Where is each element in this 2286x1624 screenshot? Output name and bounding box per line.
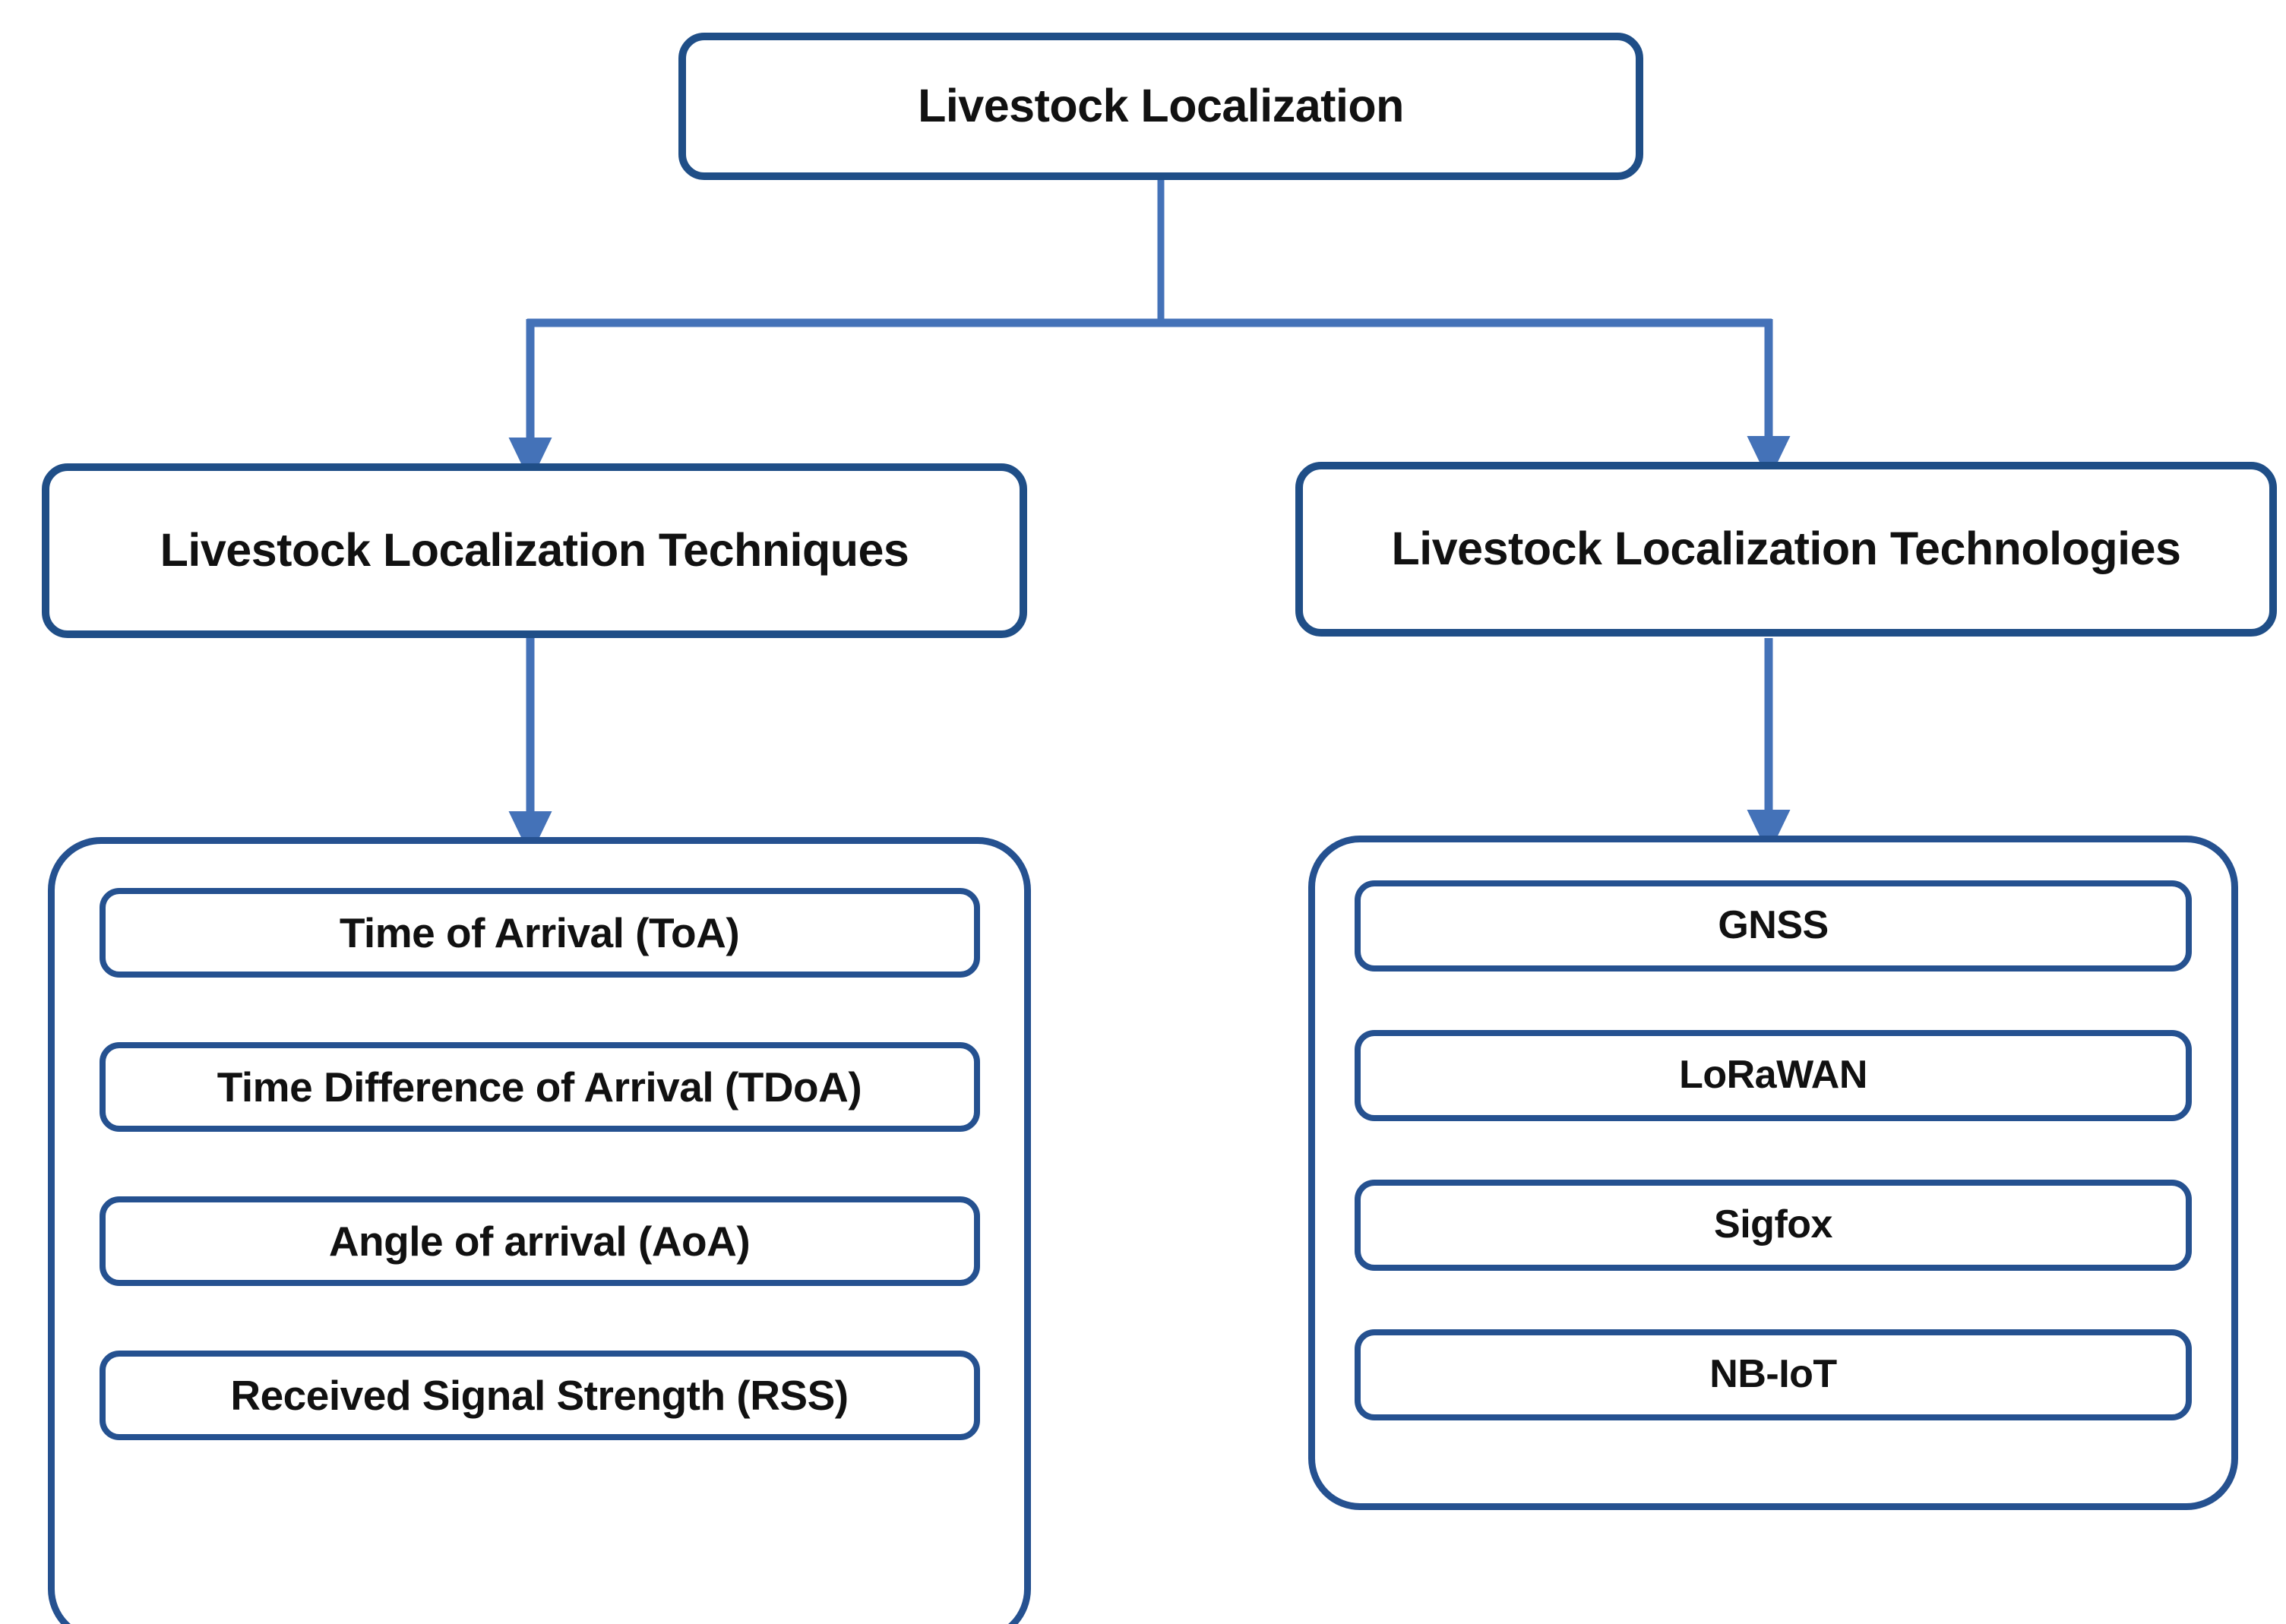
leaf-received-signal-strength[interactable]: Received Signal Strength (RSS): [99, 1351, 980, 1440]
node-label: Livestock Localization Technologies: [1391, 523, 2181, 575]
leaf-label: GNSS: [1718, 903, 1829, 948]
node-label: Livestock Localization Techniques: [160, 524, 909, 577]
leaf-label: LoRaWAN: [1679, 1053, 1867, 1098]
node-livestock-localization-techniques[interactable]: Livestock Localization Techniques: [42, 463, 1027, 638]
node-livestock-localization-technologies[interactable]: Livestock Localization Technologies: [1295, 462, 2277, 637]
leaf-sigfox[interactable]: Sigfox: [1355, 1180, 2192, 1271]
leaf-angle-of-arrival[interactable]: Angle of arrival (AoA): [99, 1196, 980, 1286]
node-livestock-localization[interactable]: Livestock Localization: [678, 33, 1643, 180]
leaf-label: Time of Arrival (ToA): [339, 908, 740, 956]
diagram-canvas: Livestock Localization Livestock Localiz…: [0, 0, 2286, 1624]
leaf-label: Time Difference of Arrival (TDoA): [217, 1063, 862, 1111]
leaf-time-difference-of-arrival[interactable]: Time Difference of Arrival (TDoA): [99, 1042, 980, 1132]
leaf-label: Sigfox: [1714, 1202, 1832, 1247]
leaf-nb-iot[interactable]: NB-IoT: [1355, 1329, 2192, 1420]
leaf-label: Angle of arrival (AoA): [328, 1217, 751, 1265]
group-localization-technologies: GNSS LoRaWAN Sigfox NB-IoT: [1308, 836, 2238, 1510]
leaf-gnss[interactable]: GNSS: [1355, 880, 2192, 972]
node-label: Livestock Localization: [918, 80, 1404, 132]
leaf-label: Received Signal Strength (RSS): [230, 1371, 849, 1419]
leaf-time-of-arrival[interactable]: Time of Arrival (ToA): [99, 888, 980, 978]
group-localization-techniques: Time of Arrival (ToA) Time Difference of…: [48, 837, 1031, 1624]
leaf-label: NB-IoT: [1709, 1352, 1837, 1397]
leaf-lorawan[interactable]: LoRaWAN: [1355, 1030, 2192, 1121]
